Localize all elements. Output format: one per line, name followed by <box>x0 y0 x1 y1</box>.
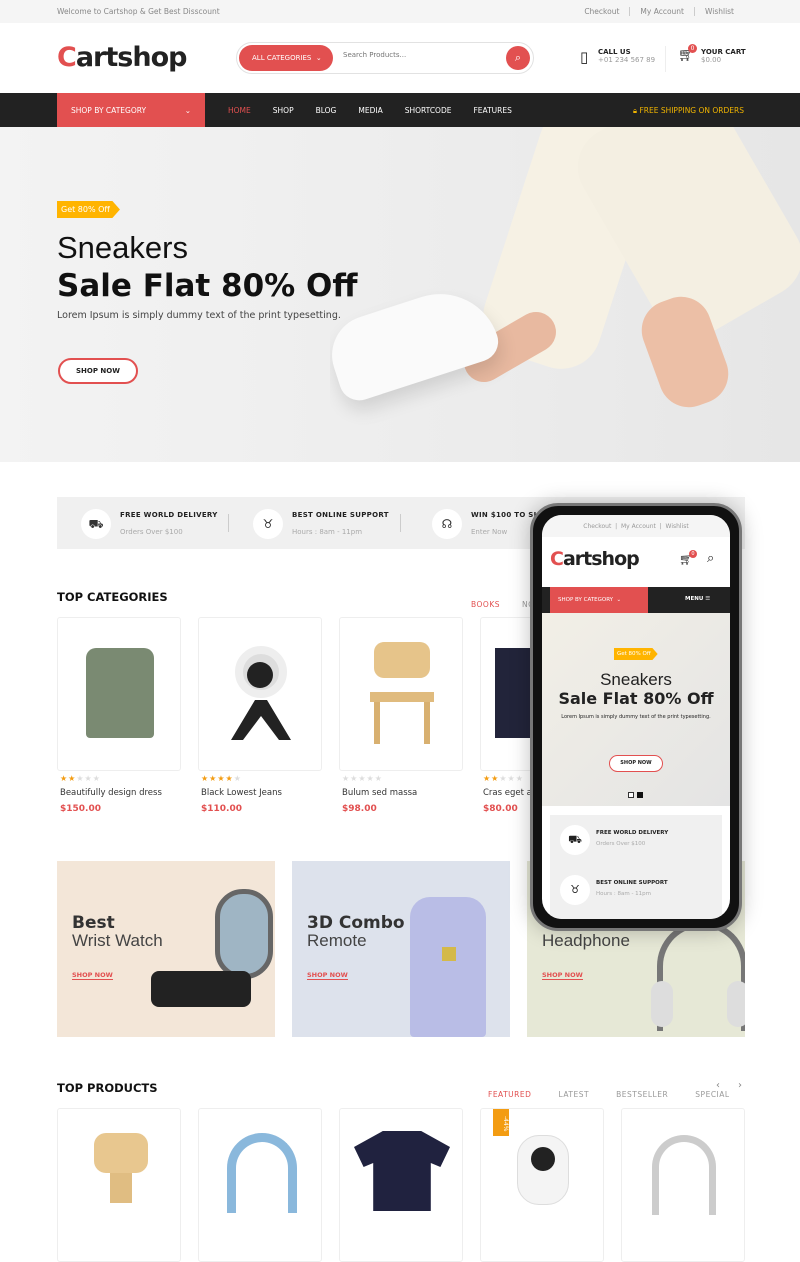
rating-stars: ★★★★★ <box>483 774 524 783</box>
product-name[interactable]: Beautifully design dress <box>60 788 162 798</box>
product-card[interactable]: -44% <box>480 1108 604 1262</box>
product-name[interactable]: Bulum sed massa <box>342 788 417 798</box>
sale-badge: -44% <box>493 1109 509 1136</box>
tab-books[interactable]: BOOKS <box>471 600 500 609</box>
product-name[interactable]: Cras eget a <box>483 788 532 798</box>
logo[interactable]: Cartshop <box>57 42 187 73</box>
product-card[interactable] <box>57 1108 181 1262</box>
slider-dot[interactable] <box>628 792 634 798</box>
product-card[interactable] <box>621 1108 745 1262</box>
top-categories-title: TOP CATEGORIES <box>57 590 168 604</box>
next-arrow-icon[interactable]: › <box>738 1080 742 1091</box>
nav-blog[interactable]: BLOG <box>316 106 337 115</box>
banner-backpack[interactable]: 3D Combo Remote SHOP NOW <box>292 861 510 1037</box>
category-select[interactable]: ALL CATEGORIES ⌄ <box>239 45 333 71</box>
nav-features[interactable]: FEATURES <box>473 106 511 115</box>
product-card[interactable] <box>339 1108 463 1262</box>
my-account-link[interactable]: My Account <box>629 7 694 16</box>
top-bar: Welcome to Cartshop & Get Best Disscount… <box>0 0 800 23</box>
product-card[interactable] <box>339 617 463 771</box>
hero-image <box>330 127 800 462</box>
rating-stars: ★★★★★ <box>342 774 383 783</box>
product-price: $98.00 <box>342 804 377 814</box>
product-price: $80.00 <box>483 804 518 814</box>
checkout-link[interactable]: Checkout <box>574 7 629 16</box>
main-nav: SHOP BY CATEGORY ⌄ HOME SHOP BLOG MEDIA S… <box>0 93 800 127</box>
shop-now-link[interactable]: SHOP NOW <box>542 971 583 980</box>
prev-arrow-icon[interactable]: ‹ <box>716 1080 720 1091</box>
shop-now-link[interactable]: SHOP NOW <box>307 971 348 980</box>
product-card[interactable] <box>57 617 181 771</box>
your-cart[interactable]: YOUR CART $0.00 <box>701 48 746 64</box>
mobile-logo[interactable]: Cartshop <box>550 548 640 570</box>
tab-bestseller[interactable]: BESTSELLER <box>616 1090 668 1099</box>
product-name[interactable]: Black Lowest Jeans <box>201 788 282 798</box>
rating-stars: ★★★★★ <box>201 774 242 783</box>
search-input[interactable] <box>343 51 493 59</box>
piggy-bank-icon: ♉ <box>560 875 590 905</box>
product-card[interactable] <box>198 617 322 771</box>
mobile-search-icon[interactable]: ⌕ <box>707 551 714 566</box>
tab-featured[interactable]: FEATURED <box>488 1090 531 1099</box>
search-button[interactable]: ⌕ <box>506 46 530 70</box>
search-icon: ⌕ <box>514 51 522 64</box>
shop-by-category-button[interactable]: SHOP BY CATEGORY ⌄ <box>57 93 205 127</box>
tab-special[interactable]: SPECIAL <box>695 1090 729 1099</box>
product-card[interactable] <box>198 1108 322 1262</box>
mobile-menu-button[interactable]: MENU ☰ <box>685 596 710 602</box>
bag-icon: 🔒︎ <box>633 106 638 115</box>
discount-badge: Get 80% Off <box>57 201 120 218</box>
welcome-text: Welcome to Cartshop & Get Best Disscount <box>57 7 220 16</box>
top-products-title: TOP PRODUCTS <box>57 1081 158 1095</box>
search-bar: ALL CATEGORIES ⌄ ⌕ <box>236 42 534 74</box>
cart-count-badge: 0 <box>688 44 697 53</box>
headset-icon: ☊ <box>432 509 462 539</box>
wishlist-link[interactable]: Wishlist <box>693 7 744 16</box>
banner-watch[interactable]: Best Wrist Watch SHOP NOW <box>57 861 275 1037</box>
product-price: $150.00 <box>60 804 101 814</box>
rating-stars: ★★★★★ <box>60 774 101 783</box>
mobile-preview: Checkout | My Account | Wishlist Cartsho… <box>530 503 742 931</box>
chevron-down-icon: ⌄ <box>184 106 191 115</box>
call-us: CALL US +01 234 567 89 <box>598 48 656 64</box>
truck-icon: ⛟ <box>81 509 111 539</box>
hero-shop-now-button[interactable]: SHOP NOW <box>58 358 138 384</box>
mobile-shop-now-button[interactable]: SHOP NOW <box>609 755 663 772</box>
piggy-bank-icon: ♉ <box>253 509 283 539</box>
mobile-shop-by-category[interactable]: SHOP BY CATEGORY ⌄ <box>550 587 648 613</box>
nav-shortcode[interactable]: SHORTCODE <box>405 106 452 115</box>
product-price: $110.00 <box>201 804 242 814</box>
truck-icon: ⛟ <box>560 825 590 855</box>
hero-text: Lorem Ipsum is simply dummy text of the … <box>57 310 341 321</box>
hero-subtitle: Sale Flat 80% Off <box>57 268 358 304</box>
slider-dot-active[interactable] <box>637 792 643 798</box>
free-shipping: 🔒︎ FREE SHIPPING ON ORDERS <box>633 106 744 115</box>
nav-media[interactable]: MEDIA <box>358 106 382 115</box>
nav-home[interactable]: HOME <box>228 106 251 115</box>
shop-now-link[interactable]: SHOP NOW <box>72 971 113 980</box>
nav-shop[interactable]: SHOP <box>273 106 294 115</box>
tab-latest[interactable]: LATEST <box>559 1090 590 1099</box>
hero-title: Sneakers <box>57 230 188 265</box>
phone-icon: ▯ <box>580 48 589 66</box>
